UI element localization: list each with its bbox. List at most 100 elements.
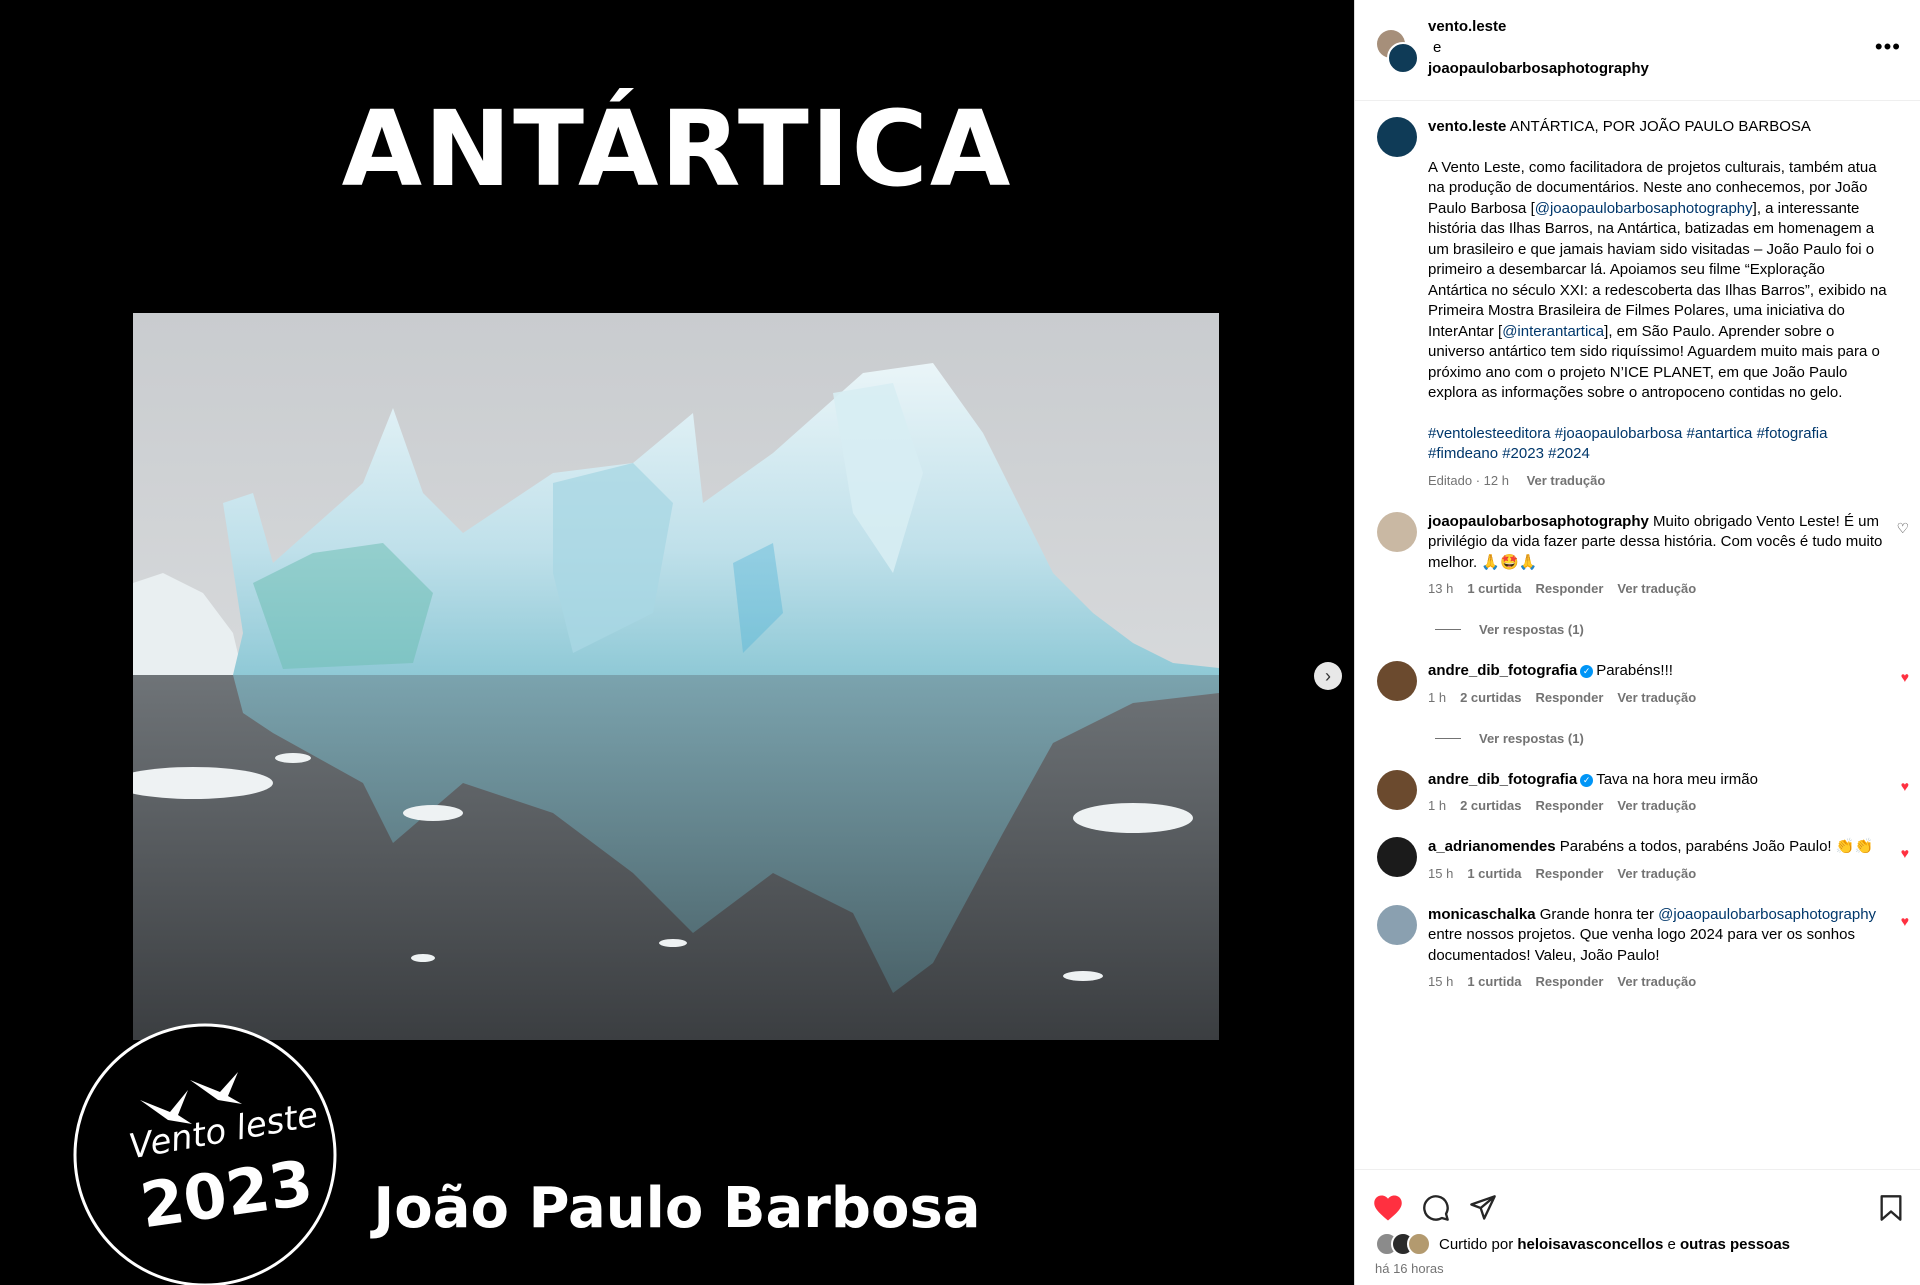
translate-link[interactable]: Ver tradução	[1617, 690, 1696, 705]
liked-and: e	[1667, 1235, 1676, 1253]
post-time: há 16 horas	[1375, 1261, 1444, 1276]
heart-filled-icon[interactable]: ♥	[1901, 669, 1909, 685]
comment: monicaschalka Grande honra ter @joaopaul…	[1355, 904, 1920, 989]
caption-hashtags[interactable]: #ventolesteeditora #joaopaulobarbosa #an…	[1428, 424, 1887, 465]
view-replies-label: Ver respostas (1)	[1479, 730, 1584, 746]
avatar	[1387, 42, 1419, 74]
heart-outline-icon[interactable]: ♡	[1896, 520, 1909, 537]
view-replies-button[interactable]: Ver respostas (1)	[1435, 731, 1920, 746]
edited-time: Editado · 12 h	[1428, 472, 1509, 488]
comment-likes[interactable]: 2 curtidas	[1460, 798, 1521, 813]
more-options-icon[interactable]: •••	[1875, 34, 1901, 60]
comment-likes[interactable]: 1 curtida	[1467, 974, 1521, 989]
avatar[interactable]	[1377, 769, 1417, 810]
liked-others[interactable]: outras pessoas	[1680, 1236, 1790, 1253]
share-icon[interactable]	[1469, 1194, 1497, 1222]
caption-body: A Vento Leste, como facilitadora de proj…	[1428, 158, 1887, 404]
comment-time: 15 h	[1428, 865, 1454, 881]
comment-text: Grande honra ter	[1539, 905, 1659, 923]
post-media: ANTÁRTICA Vento leste 2023 João Paulo Ba…	[0, 0, 1354, 1285]
avatar	[1407, 1232, 1431, 1256]
caption-text: ], a interessante história das Ilhas Bar…	[1428, 199, 1887, 340]
comment-time: 1 h	[1428, 798, 1447, 813]
heart-filled-icon[interactable]: ♥	[1901, 845, 1909, 861]
avatar[interactable]	[1377, 117, 1417, 157]
comment: a_adrianomendes Parabéns a todos, parabé…	[1355, 837, 1920, 881]
divider	[1435, 629, 1461, 630]
comment-username[interactable]: joaopaulobarbosaphotography	[1428, 513, 1649, 530]
comment-username[interactable]: andre_dib_fotografia	[1428, 662, 1577, 679]
reply-button[interactable]: Responder	[1536, 690, 1604, 705]
comments-scroll[interactable]: vento.leste ANTÁRTICA, POR JOÃO PAULO BA…	[1355, 101, 1920, 1170]
comment-text: Parabéns!!!	[1596, 662, 1673, 679]
comment-likes[interactable]: 2 curtidas	[1460, 690, 1521, 705]
reply-button[interactable]: Responder	[1536, 974, 1604, 989]
next-slide-button[interactable]: ›	[1314, 662, 1342, 690]
comment-meta: 13 h 1 curtida Responder Ver tradução	[1428, 581, 1887, 596]
collab-avatars[interactable]	[1377, 30, 1419, 74]
comment-body: joaopaulobarbosaphotography Muito obriga…	[1428, 512, 1887, 574]
collab-usernames: vento.leste e joaopaulobarbosaphotograph…	[1428, 16, 1649, 79]
comment-likes[interactable]: 1 curtida	[1467, 866, 1521, 881]
post-caption: vento.leste ANTÁRTICA, POR JOÃO PAULO BA…	[1355, 101, 1920, 488]
avatar[interactable]	[1377, 511, 1417, 552]
translate-link[interactable]: Ver tradução	[1617, 974, 1696, 989]
mention-link[interactable]: @joaopaulobarbosaphotography	[1658, 906, 1876, 923]
comment-likes[interactable]: 1 curtida	[1467, 581, 1521, 596]
chevron-right-icon: ›	[1325, 665, 1331, 686]
divider	[1435, 737, 1461, 739]
comment-body: andre_dib_fotografia ✓ Parabéns!!!	[1428, 661, 1887, 682]
comment: andre_dib_fotografia ✓ Tava na hora meu ir…	[1355, 769, 1920, 813]
bookmark-icon[interactable]	[1879, 1194, 1903, 1222]
comment-text: Parabéns a todos, parabéns João Paulo! 👏…	[1559, 838, 1874, 855]
avatar[interactable]	[1377, 904, 1417, 945]
comment-text: Tava na hora meu irmão	[1596, 770, 1758, 788]
mention-link[interactable]: @joaopaulobarbosaphotography	[1535, 200, 1753, 217]
comment-username[interactable]: monicaschalka	[1428, 906, 1536, 923]
translate-link[interactable]: Ver tradução	[1617, 798, 1696, 813]
post-image-title: ANTÁRTICA	[341, 88, 1013, 210]
view-replies-button[interactable]: Ver respostas (1)	[1435, 622, 1920, 637]
translate-link[interactable]: Ver tradução	[1617, 581, 1696, 596]
post-header: vento.leste e joaopaulobarbosaphotograph…	[1355, 0, 1920, 101]
comment-username[interactable]: a_adrianomendes	[1428, 838, 1556, 855]
comment-meta: 1 h 2 curtidas Responder Ver tradução	[1428, 690, 1887, 705]
comment-time: 1 h	[1428, 689, 1447, 705]
header-user-2[interactable]: joaopaulobarbosaphotography	[1428, 58, 1649, 79]
comment-body: a_adrianomendes Parabéns a todos, parabé…	[1428, 837, 1887, 858]
comment-text: entre nossos projetos. Que venha logo 20…	[1428, 926, 1855, 964]
verified-badge-icon: ✓	[1580, 773, 1594, 787]
translate-link[interactable]: Ver tradução	[1617, 866, 1696, 881]
post-panel: vento.leste e joaopaulobarbosaphotograph…	[1354, 0, 1920, 1285]
translate-link[interactable]: Ver tradução	[1527, 473, 1606, 488]
verified-badge-icon: ✓	[1580, 665, 1594, 678]
comment: andre_dib_fotografia ✓ Parabéns!!! 1 h 2 cur…	[1355, 661, 1920, 705]
comment: joaopaulobarbosaphotography Muito obriga…	[1355, 511, 1920, 596]
liked-user[interactable]: heloisavasconcellos	[1517, 1236, 1663, 1253]
reply-button[interactable]: Responder	[1536, 798, 1604, 813]
comment-icon[interactable]	[1422, 1194, 1450, 1222]
heart-filled-icon[interactable]: ♥	[1901, 913, 1909, 929]
caption-title: ANTÁRTICA, POR JOÃO PAULO BARBOSA	[1509, 118, 1811, 135]
comment-time: 13 h	[1428, 581, 1454, 596]
header-user-1[interactable]: vento.leste	[1428, 16, 1649, 37]
mention-link[interactable]: @interantartica	[1502, 323, 1604, 340]
liked-prefix: Curtido por	[1439, 1235, 1514, 1253]
reply-button[interactable]: Responder	[1536, 581, 1604, 596]
avatar[interactable]	[1377, 661, 1417, 701]
reply-button[interactable]: Responder	[1536, 866, 1604, 881]
heart-filled-icon[interactable]	[1373, 1194, 1403, 1222]
caption-username[interactable]: vento.leste	[1428, 118, 1506, 135]
liked-by: Curtido por heloisavasconcellos e outras…	[1375, 1232, 1790, 1256]
comment-time: 15 h	[1428, 974, 1454, 989]
iceberg-photo	[133, 313, 1219, 1040]
caption-meta: Editado · 12 h Ver tradução	[1428, 473, 1887, 488]
avatar[interactable]	[1377, 837, 1417, 877]
post-image-author: João Paulo Barbosa	[373, 1176, 981, 1241]
heart-filled-icon[interactable]: ♥	[1901, 778, 1909, 794]
action-bar: Curtido por heloisavasconcellos e outras…	[1355, 1169, 1920, 1285]
view-replies-label: Ver respostas (1)	[1479, 622, 1584, 637]
comment-meta: 1 h 2 curtidas Responder Ver tradução	[1428, 798, 1887, 813]
comment-body: andre_dib_fotografia ✓ Tava na hora meu ir…	[1428, 770, 1887, 791]
comment-username[interactable]: andre_dib_fotografia	[1428, 771, 1577, 788]
